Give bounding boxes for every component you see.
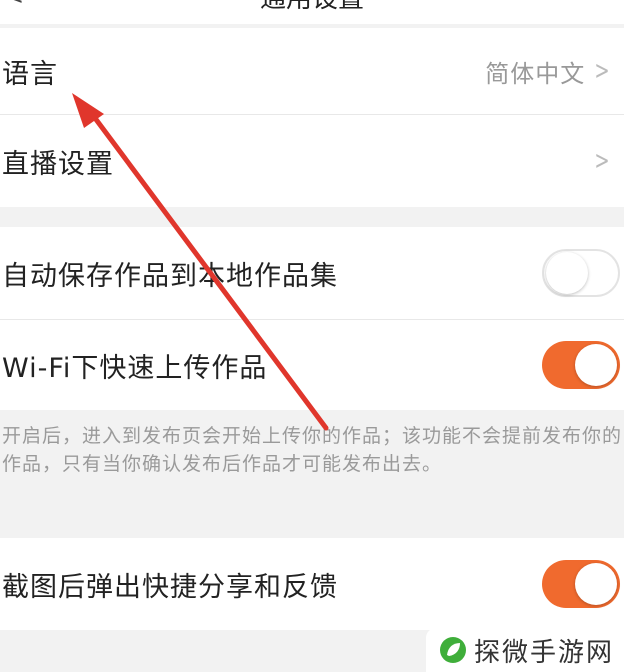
- auto-save-toggle[interactable]: [542, 249, 620, 297]
- wifi-upload-label: Wi-Fi下快速上传作品: [2, 352, 268, 384]
- screenshot-share-label: 截图后弹出快捷分享和反馈: [2, 571, 338, 603]
- watermark: 探微手游网: [426, 628, 624, 672]
- toggle-knob: [575, 344, 617, 386]
- leaf-logo-icon: [440, 637, 466, 663]
- auto-save-row: 自动保存作品到本地作品集: [0, 227, 624, 319]
- wifi-upload-description: 开启后，进入到发布页会开始上传你的作品；该功能不会提前发布你的作品，只有当你确认…: [2, 425, 623, 475]
- screenshot-share-toggle[interactable]: [542, 560, 620, 608]
- language-value: 简体中文: [485, 59, 586, 88]
- chevron-right-icon: >: [594, 146, 611, 176]
- top-bar: < 通用设置: [0, 0, 624, 24]
- auto-save-label: 自动保存作品到本地作品集: [2, 260, 338, 292]
- language-row[interactable]: 语言 简体中文 >: [0, 28, 624, 114]
- live-settings-label: 直播设置: [2, 148, 114, 180]
- live-settings-row[interactable]: 直播设置 >: [0, 115, 624, 207]
- toggle-knob: [575, 563, 617, 605]
- chevron-right-icon: >: [594, 56, 611, 86]
- wifi-upload-row: Wi-Fi下快速上传作品: [0, 320, 624, 410]
- page-title: 通用设置: [0, 0, 624, 15]
- wifi-upload-toggle[interactable]: [542, 341, 620, 389]
- screenshot-share-row: 截图后弹出快捷分享和反馈: [0, 538, 624, 630]
- language-label: 语言: [2, 58, 58, 90]
- watermark-text: 探微手游网: [474, 637, 615, 668]
- language-value-wrap: 简体中文 >: [485, 54, 624, 89]
- live-settings-chevron-wrap: >: [585, 146, 624, 176]
- toggle-knob: [546, 252, 588, 294]
